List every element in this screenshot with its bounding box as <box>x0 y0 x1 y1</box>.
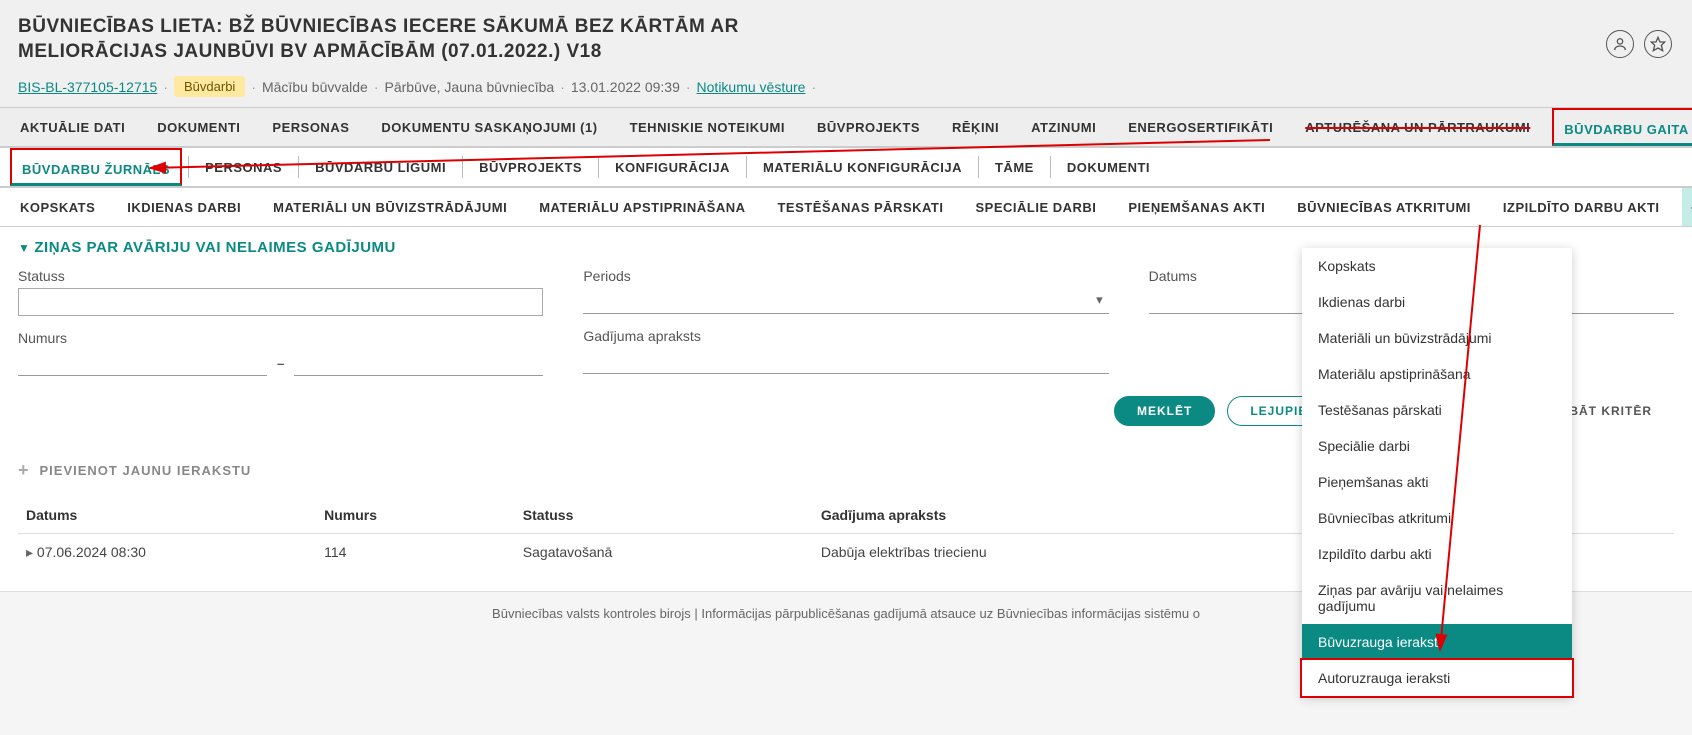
dropdown-item[interactable]: Pieņemšanas akti <box>1302 464 1572 500</box>
dropdown-item[interactable]: Ziņas par avāriju vai nelaimes gadījumu <box>1302 572 1572 624</box>
tab-personas[interactable]: PERSONAS <box>262 108 359 146</box>
caret-down-icon: ▼ <box>18 241 30 255</box>
tab-specialie[interactable]: SPECIĀLIE DARBI <box>965 188 1106 226</box>
th-numurs[interactable]: Numurs <box>316 497 515 534</box>
tab-kopskats[interactable]: KOPSKATS <box>10 188 105 226</box>
page-title: BŪVNIECĪBAS LIETA: BŽ BŪVNIECĪBAS IECERE… <box>18 15 868 64</box>
tab-buvprojekts[interactable]: BŪVPROJEKTS <box>807 108 930 146</box>
subheader: BIS-BL-377105-12715 · Būvdarbi · Mācību … <box>18 76 1674 97</box>
nav-level-2: BŪVDARBU ŽURNĀLS PERSONAS BŪVDARBU LĪGUM… <box>0 147 1692 187</box>
cell-statuss: Sagatavošanā <box>515 534 813 572</box>
user-icon[interactable] <box>1606 30 1634 58</box>
dropdown-item[interactable]: Būvniecības atkritumi <box>1302 500 1572 536</box>
history-link[interactable]: Notikumu vēsture <box>697 79 806 95</box>
tab-personas-2[interactable]: PERSONAS <box>195 148 292 186</box>
tab-ligumi[interactable]: BŪVDARBU LĪGUMI <box>305 148 456 186</box>
range-dash: – <box>277 356 284 371</box>
dropdown-item[interactable]: Kopskats <box>1302 248 1572 284</box>
tab-atkritumi[interactable]: BŪVNIECĪBAS ATKRITUMI <box>1287 188 1481 226</box>
tab-buvdarbu-zurnals[interactable]: BŪVDARBU ŽURNĀLS <box>10 148 182 186</box>
tab-dokumenti[interactable]: DOKUMENTI <box>147 108 250 146</box>
header-actions <box>1606 30 1672 58</box>
more-dropdown: KopskatsIkdienas darbiMateriāli un būviz… <box>1302 248 1572 696</box>
dropdown-item[interactable]: Ikdienas darbi <box>1302 284 1572 320</box>
tab-zinas-avarij[interactable]: ZIŅAS PAR AVĀRIJ <box>1682 188 1692 226</box>
tab-materialu-konfig[interactable]: MATERIĀLU KONFIGURĀCIJA <box>753 148 972 186</box>
tab-aktualie[interactable]: AKTUĀLIE DATI <box>10 108 135 146</box>
nav-level-1: AKTUĀLIE DATI DOKUMENTI PERSONAS DOKUMEN… <box>0 107 1692 147</box>
plus-icon: + <box>18 460 30 481</box>
dropdown-item[interactable]: Būvuzrauga ieraksti <box>1302 624 1572 660</box>
status-input[interactable] <box>18 288 543 316</box>
tab-konfiguracija[interactable]: KONFIGURĀCIJA <box>605 148 740 186</box>
numurs-label: Numurs <box>18 330 543 346</box>
numurs-to-input[interactable] <box>294 350 543 376</box>
section-title: ZIŅAS PAR AVĀRIJU VAI NELAIMES GADĪJUMU <box>34 239 395 256</box>
tab-materiali[interactable]: MATERIĀLI UN BŪVIZSTRĀDĀJUMI <box>263 188 517 226</box>
numurs-from-input[interactable] <box>18 350 267 376</box>
tab-tehniskie[interactable]: TEHNISKIE NOTEIKUMI <box>620 108 795 146</box>
cell-datums: 07.06.2024 08:30 <box>18 534 316 572</box>
periods-label: Periods <box>583 268 1108 284</box>
tab-buvprojekts-2[interactable]: BŪVPROJEKTS <box>469 148 592 186</box>
add-record-label: PIEVIENOT JAUNU IERAKSTU <box>40 463 252 478</box>
dropdown-item[interactable]: Materiāli un būvizstrādājumi <box>1302 320 1572 356</box>
th-statuss[interactable]: Statuss <box>515 497 813 534</box>
header: BŪVNIECĪBAS LIETA: BŽ BŪVNIECĪBAS IECERE… <box>0 0 1692 107</box>
dropdown-item[interactable]: Autoruzrauga ieraksti <box>1300 658 1574 698</box>
cell-numurs: 114 <box>316 534 515 572</box>
gadijuma-label: Gadījuma apraksts <box>583 328 1108 344</box>
tab-energo[interactable]: ENERGOSERTIFIKĀTI <box>1118 108 1283 146</box>
tab-tame[interactable]: TĀME <box>985 148 1044 186</box>
search-button[interactable]: MEKLĒT <box>1114 396 1215 426</box>
periods-select[interactable] <box>583 288 1108 314</box>
dropdown-item[interactable]: Izpildīto darbu akti <box>1302 536 1572 572</box>
gadijuma-input[interactable] <box>583 348 1108 374</box>
star-icon[interactable] <box>1644 30 1672 58</box>
tab-ikdienas[interactable]: IKDIENAS DARBI <box>117 188 251 226</box>
tab-dokumenti-2[interactable]: DOKUMENTI <box>1057 148 1160 186</box>
th-datums[interactable]: Datums <box>18 497 316 534</box>
type-text: Pārbūve, Jauna būvniecība <box>385 79 555 95</box>
status-badge: Būvdarbi <box>174 76 245 97</box>
date-text: 13.01.2022 09:39 <box>571 79 680 95</box>
tab-atzinumi[interactable]: ATZINUMI <box>1021 108 1106 146</box>
status-label: Statuss <box>18 268 543 284</box>
tab-apturesana[interactable]: APTURĒŠANA UN PĀRTRAUKUMI <box>1295 108 1540 146</box>
case-id-link[interactable]: BIS-BL-377105-12715 <box>18 79 157 95</box>
tab-izpildito[interactable]: IZPILDĪTO DARBU AKTI <box>1493 188 1670 226</box>
tab-testesana[interactable]: TESTĒŠANAS PĀRSKATI <box>767 188 953 226</box>
tab-saskanojumi[interactable]: DOKUMENTU SASKAŅOJUMI (1) <box>371 108 607 146</box>
dropdown-item[interactable]: Materiālu apstiprināšana <box>1302 356 1572 392</box>
authority-text: Mācību būvvalde <box>262 79 368 95</box>
tab-pienemsana[interactable]: PIEŅEMŠANAS AKTI <box>1118 188 1275 226</box>
tab-rekini[interactable]: RĒĶINI <box>942 108 1009 146</box>
tab-apstiprinasana[interactable]: MATERIĀLU APSTIPRINĀŠANA <box>529 188 755 226</box>
nav-level-3: KOPSKATS IKDIENAS DARBI MATERIĀLI UN BŪV… <box>0 187 1692 227</box>
dropdown-item[interactable]: Testēšanas pārskati <box>1302 392 1572 428</box>
tab-buvdarbu-gaita[interactable]: BŪVDARBU GAITA <box>1552 108 1692 146</box>
dropdown-item[interactable]: Speciālie darbi <box>1302 428 1572 464</box>
